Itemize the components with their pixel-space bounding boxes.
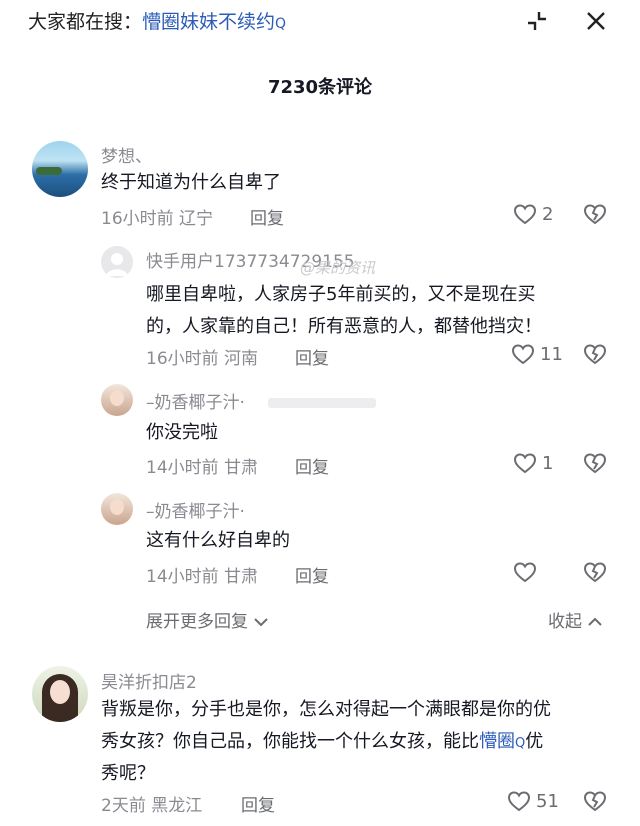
comment-text-line: 的，人家靠的自己！所有恶意的人，都替他挡灾！	[146, 316, 542, 337]
avatar[interactable]	[101, 246, 133, 278]
comment-username[interactable]: 昊洋折扣店2	[101, 668, 197, 693]
like-count: 1	[542, 453, 554, 474]
comment-location: 黑龙江	[151, 796, 203, 816]
minimize-icon[interactable]	[525, 9, 549, 33]
chevron-up-icon	[588, 617, 603, 626]
trending-search-prefix: 大家都在搜：	[28, 11, 143, 33]
comment-text-segment: 优	[525, 731, 544, 752]
reply-button[interactable]: 回复	[250, 204, 284, 229]
expand-more-replies-label: 展开更多回复	[146, 612, 248, 632]
comment-location: 甘肃	[224, 458, 259, 478]
comment-location: 甘肃	[224, 567, 259, 587]
comment-text-line: 秀女孩？你自己品，你能找一个什么女孩，能比懵圈Q优	[101, 726, 543, 760]
avatar[interactable]	[32, 141, 88, 197]
top-bar: 大家都在搜：懵圈妹妹不续约Q	[0, 0, 640, 44]
trending-search-keyword[interactable]: 懵圈妹妹不续约	[142, 11, 275, 33]
comment-count-title: 7230条评论	[267, 77, 373, 98]
comment-text-line: 背叛是你，分手也是你，怎么对得起一个满眼都是你的优	[101, 699, 551, 720]
like-count: 2	[542, 204, 554, 225]
comment-meta: 16小时前 辽宁	[101, 204, 213, 229]
comment-username[interactable]: –奶香椰子汁·	[146, 388, 245, 413]
avatar[interactable]	[101, 384, 133, 416]
comment-meta: 14小时前 甘肃	[146, 562, 258, 587]
search-icon: Q	[515, 736, 526, 751]
comment-time: 2天前	[101, 796, 146, 816]
dislike-heart-icon[interactable]	[582, 789, 608, 813]
comment-meta: 16小时前 河南	[146, 344, 258, 369]
reply-button[interactable]: 回复	[295, 453, 329, 478]
comment-time: 14小时前	[146, 458, 219, 478]
dislike-heart-icon[interactable]	[582, 202, 608, 226]
avatar-face	[110, 390, 124, 406]
comment-text-line: 秀呢？	[101, 763, 155, 784]
comment-text: 你没完啦	[146, 422, 218, 443]
like-heart-icon[interactable]	[512, 451, 538, 475]
like-count: 51	[536, 791, 559, 812]
avatar[interactable]	[101, 493, 133, 525]
like-count: 11	[540, 344, 563, 365]
like-heart-icon[interactable]	[512, 202, 538, 226]
dislike-heart-icon[interactable]	[582, 342, 608, 366]
like-heart-icon[interactable]	[512, 560, 538, 584]
avatar-landscape	[36, 167, 62, 175]
comment-time: 16小时前	[146, 349, 219, 369]
avatar[interactable]	[32, 666, 88, 722]
comment-location: 河南	[224, 349, 259, 369]
like-heart-icon[interactable]	[506, 789, 532, 813]
expand-more-replies-button[interactable]: 展开更多回复	[146, 607, 269, 632]
comment-username[interactable]: –奶香椰子汁·	[146, 497, 245, 522]
search-keyword-link[interactable]: 懵圈	[479, 731, 515, 752]
dislike-heart-icon[interactable]	[582, 451, 608, 475]
comment-text: 终于知道为什么自卑了	[101, 172, 281, 193]
search-icon: Q	[275, 16, 287, 32]
close-icon[interactable]	[584, 9, 608, 33]
dislike-heart-icon[interactable]	[582, 560, 608, 584]
reply-button[interactable]: 回复	[295, 562, 329, 587]
collapse-replies-button[interactable]: 收起	[548, 607, 603, 632]
reply-button[interactable]: 回复	[295, 344, 329, 369]
avatar-face	[50, 680, 70, 704]
reply-button[interactable]: 回复	[241, 791, 275, 816]
comment-time: 16小时前	[101, 209, 174, 229]
comment-username[interactable]: 梦想、	[101, 142, 152, 167]
chevron-down-icon	[254, 618, 269, 627]
comment-text: 这有什么好自卑的	[146, 530, 290, 551]
comment-meta: 14小时前 甘肃	[146, 453, 258, 478]
comment-time: 14小时前	[146, 567, 219, 587]
comment-text-line: 哪里自卑啦，人家房子5年前买的，又不是现在买	[146, 284, 536, 305]
watermark: @果的资讯	[300, 259, 376, 277]
default-user-icon	[106, 253, 128, 276]
avatar-face	[110, 499, 124, 515]
collapse-replies-label: 收起	[548, 612, 582, 632]
like-heart-icon[interactable]	[510, 342, 536, 366]
comment-text-segment: 秀女孩？你自己品，你能找一个什么女孩，能比	[101, 731, 479, 752]
trending-search-hint[interactable]: 大家都在搜：懵圈妹妹不续约Q	[28, 7, 286, 34]
blurred-region	[268, 398, 376, 408]
comment-location: 辽宁	[179, 209, 214, 229]
comment-meta: 2天前 黑龙江	[101, 791, 202, 816]
